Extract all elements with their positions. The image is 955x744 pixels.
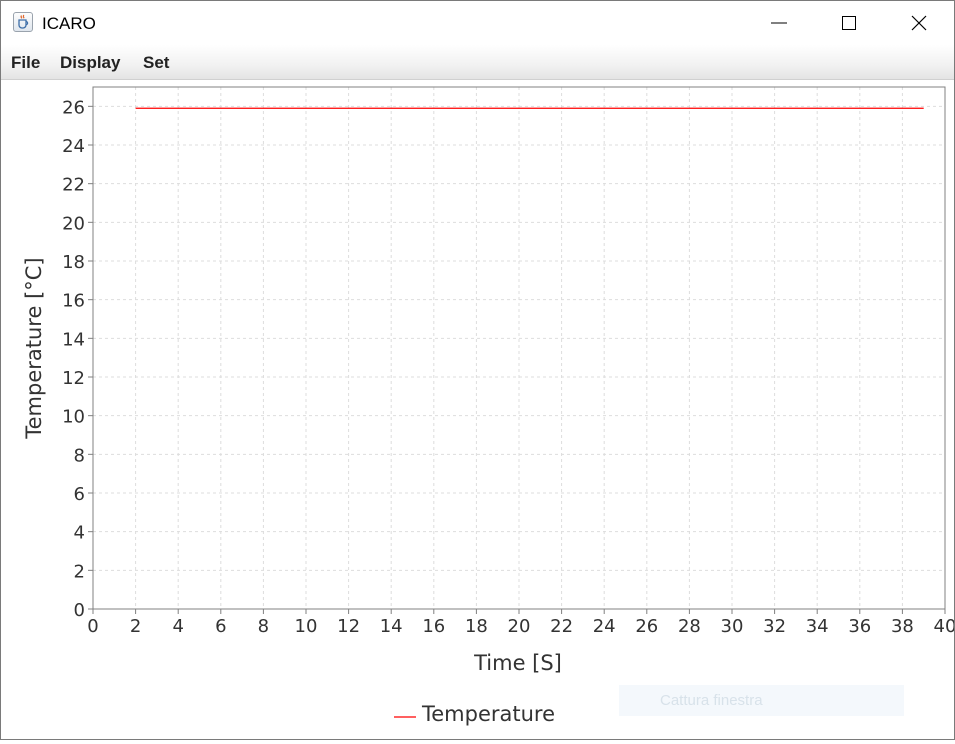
x-tick-label: 36 xyxy=(848,616,871,637)
x-tick-label: 18 xyxy=(465,616,488,637)
y-tick-label: 16 xyxy=(62,291,85,312)
x-tick-label: 16 xyxy=(422,616,445,637)
x-tick-label: 28 xyxy=(678,616,701,637)
chart-grid xyxy=(92,87,946,610)
y-tick-label: 8 xyxy=(74,445,85,466)
x-axis-label: Time [S] xyxy=(473,651,562,675)
y-tick-label: 12 xyxy=(62,368,85,389)
x-tick-label: 6 xyxy=(215,616,226,637)
y-tick-label: 24 xyxy=(62,136,85,157)
x-tick-label: 14 xyxy=(380,616,403,637)
x-tick-label: 38 xyxy=(891,616,914,637)
maximize-icon xyxy=(842,16,856,30)
x-tick-label: 26 xyxy=(635,616,658,637)
y-tick-label: 26 xyxy=(62,97,85,118)
x-tick-label: 20 xyxy=(508,616,531,637)
y-tick-label: 2 xyxy=(74,561,85,582)
chart-panel: 0 2 4 6 8 10 12 14 16 18 20 22 24 26 28 30 32 34 36 38 40 02… xyxy=(1,80,955,739)
menu-set[interactable]: Set xyxy=(143,53,169,73)
legend: Temperature xyxy=(394,702,555,726)
temperature-chart: 0 2 4 6 8 10 12 14 16 18 20 22 24 26 28 30 32 34 36 38 40 02… xyxy=(22,86,955,726)
y-tick-label: 4 xyxy=(74,523,85,544)
x-tick-label: 32 xyxy=(763,616,786,637)
x-tick-label: 10 xyxy=(295,616,318,637)
x-tick-label: 12 xyxy=(337,616,360,637)
close-button[interactable] xyxy=(884,1,954,45)
x-tick-label: 30 xyxy=(721,616,744,637)
menu-bar: File Display Set xyxy=(1,45,954,80)
x-tick-label: 24 xyxy=(593,616,616,637)
close-icon xyxy=(911,15,927,31)
y-tick-label: 0 xyxy=(74,600,85,621)
y-axis-ticks: 02468101214161820222426 xyxy=(62,97,93,621)
java-cup-icon xyxy=(13,12,33,32)
window-title: ICARO xyxy=(42,14,96,33)
y-axis-label: Temperature [°C] xyxy=(22,257,46,439)
y-tick-label: 14 xyxy=(62,329,85,350)
y-tick-label: 10 xyxy=(62,407,85,428)
menu-file[interactable]: File xyxy=(11,53,40,73)
capture-window-overlay[interactable]: Cattura finestra xyxy=(619,685,904,716)
legend-label: Temperature xyxy=(421,702,555,726)
x-tick-label: 2 xyxy=(130,616,141,637)
x-tick-label: 40 xyxy=(934,616,954,637)
x-tick-label: 8 xyxy=(258,616,269,637)
y-tick-label: 18 xyxy=(62,252,85,273)
title-bar[interactable]: ICARO xyxy=(1,1,954,45)
maximize-button[interactable] xyxy=(814,1,884,45)
menu-display[interactable]: Display xyxy=(60,53,120,73)
y-tick-label: 20 xyxy=(62,213,85,234)
y-tick-label: 6 xyxy=(74,484,85,505)
x-tick-label: 34 xyxy=(806,616,829,637)
overlay-label: Cattura finestra xyxy=(660,692,763,709)
y-tick-label: 22 xyxy=(62,175,85,196)
x-tick-label: 4 xyxy=(172,616,183,637)
x-tick-label: 22 xyxy=(550,616,573,637)
app-window: ICARO File Display Set 0 2 4 6 8 10 12 14 16 18 20… xyxy=(0,0,955,740)
minimize-icon xyxy=(771,22,787,24)
x-tick-label: 0 xyxy=(87,616,98,637)
x-axis-ticks: 0 2 4 6 8 10 12 14 16 18 20 22 24 26 28 30 32 34 36 38 40 xyxy=(87,609,955,637)
minimize-button[interactable] xyxy=(744,1,814,45)
